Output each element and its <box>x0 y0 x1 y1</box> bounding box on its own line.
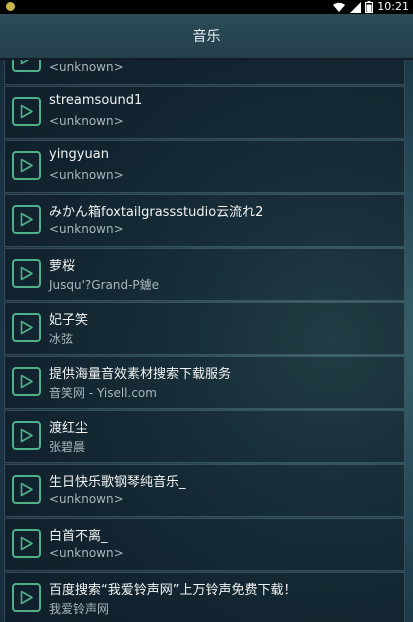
play-icon <box>20 60 30 65</box>
song-artist: 冰弦 <box>49 332 74 346</box>
song-list-item[interactable]: 白首不离_ <unknown> <box>4 518 405 571</box>
play-button[interactable] <box>12 259 41 288</box>
song-title: 白首不离_ <box>49 529 108 544</box>
notification-icon <box>6 2 15 11</box>
song-artist: <unknown> <box>49 114 124 128</box>
song-artist: 音笑网 - Yisell.com <box>49 386 157 400</box>
action-bar: 音乐 <box>0 14 413 60</box>
play-button[interactable] <box>12 583 41 612</box>
play-icon <box>20 374 33 389</box>
status-icons: 10:21 <box>332 0 409 14</box>
song-title: streamsound1 <box>49 93 143 108</box>
play-icon <box>20 428 33 443</box>
battery-icon <box>365 1 374 13</box>
song-artist: 我爱铃声网 <box>49 602 110 616</box>
song-list-item[interactable]: みかん箱foxtailgrassstudio云流れ2 <unknown> <box>4 194 405 247</box>
status-bar: 10:21 <box>0 0 413 14</box>
song-artist: Jusqu'?Grand-P鐪e <box>49 278 160 292</box>
play-icon <box>20 212 33 227</box>
song-title: 提供海量音效素材搜索下载服务 <box>49 367 232 382</box>
play-button[interactable] <box>12 151 41 180</box>
play-icon <box>20 536 33 551</box>
song-title: 生日快乐歌钢琴纯音乐_ <box>49 475 186 490</box>
play-button[interactable] <box>12 205 41 234</box>
play-button[interactable] <box>12 313 41 342</box>
song-artist: <unknown> <box>49 60 124 74</box>
play-button[interactable] <box>12 475 41 504</box>
song-list-item[interactable]: 渡红尘 张碧晨 <box>4 410 405 463</box>
song-list-item[interactable]: 萝桜 Jusqu'?Grand-P鐪e <box>4 248 405 301</box>
song-list-item[interactable]: 妃子笑 冰弦 <box>4 302 405 355</box>
play-icon <box>20 158 33 173</box>
song-list[interactable]: <unknown> streamsound1 <unknown> yingyua… <box>4 60 405 622</box>
play-button[interactable] <box>12 60 41 72</box>
song-title: 萝桜 <box>49 259 76 274</box>
play-button[interactable] <box>12 367 41 396</box>
song-title: yingyuan <box>49 147 109 162</box>
play-icon <box>20 320 33 335</box>
play-button[interactable] <box>12 529 41 558</box>
song-list-item[interactable]: <unknown> <box>4 60 405 85</box>
page-title: 音乐 <box>192 29 221 45</box>
song-title: 渡红尘 <box>49 421 89 436</box>
song-artist: 张碧晨 <box>49 440 86 454</box>
play-button[interactable] <box>12 421 41 450</box>
clock: 10:21 <box>377 0 409 13</box>
play-icon <box>20 482 33 497</box>
wifi-icon <box>332 2 346 13</box>
song-list-item[interactable]: streamsound1 <unknown> <box>4 86 405 139</box>
song-title: 百度搜索“我爱铃声网”上万铃声免费下载！ <box>49 583 297 598</box>
song-artist: <unknown> <box>49 492 124 506</box>
song-artist: <unknown> <box>49 546 124 560</box>
play-icon <box>20 104 33 119</box>
song-artist: <unknown> <box>49 222 124 236</box>
song-artist: <unknown> <box>49 168 124 182</box>
play-icon <box>20 266 33 281</box>
play-button[interactable] <box>12 97 41 126</box>
play-icon <box>20 590 33 605</box>
song-list-item[interactable]: yingyuan <unknown> <box>4 140 405 193</box>
signal-icon <box>350 1 362 13</box>
song-list-item[interactable]: 生日快乐歌钢琴纯音乐_ <unknown> <box>4 464 405 517</box>
song-title: 妃子笑 <box>49 313 89 328</box>
song-title: みかん箱foxtailgrassstudio云流れ2 <box>49 205 264 220</box>
song-list-item[interactable]: 提供海量音效素材搜索下载服务 音笑网 - Yisell.com <box>4 356 405 409</box>
song-list-item[interactable]: 百度搜索“我爱铃声网”上万铃声免费下载！ 我爱铃声网 <box>4 572 405 622</box>
